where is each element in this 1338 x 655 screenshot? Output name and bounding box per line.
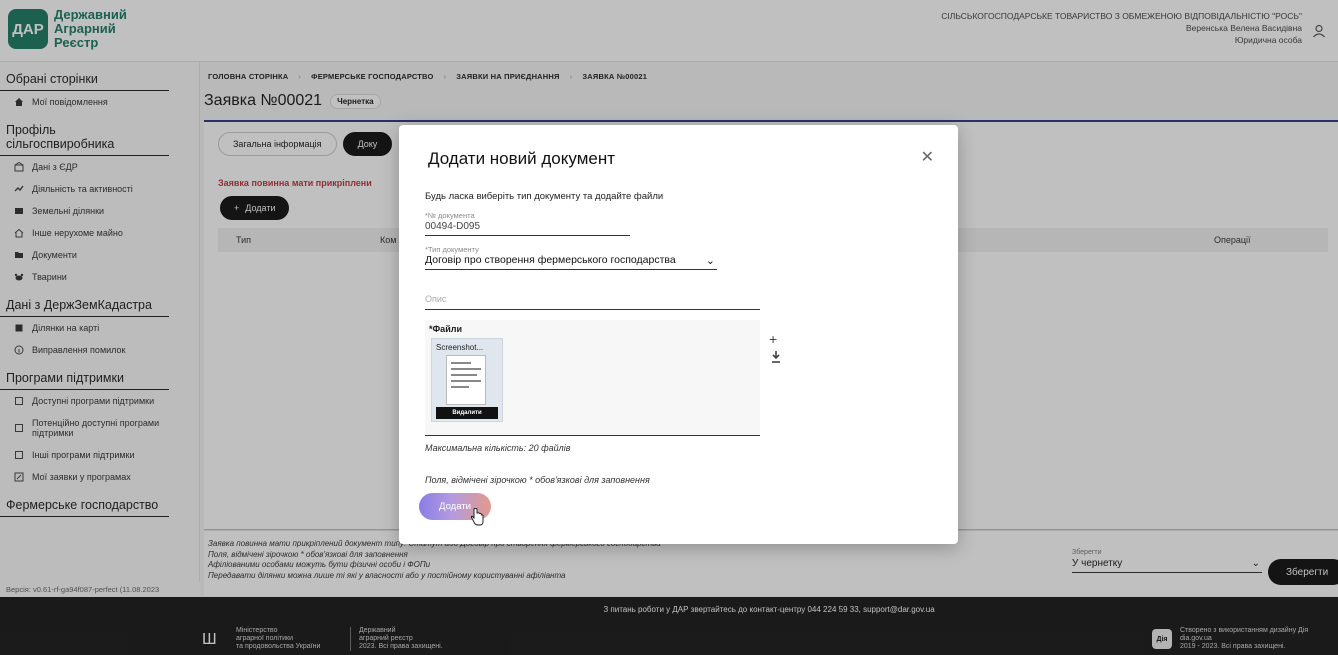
close-icon[interactable]: ✕ — [921, 147, 934, 167]
delete-file-button[interactable]: Видалити — [436, 407, 498, 419]
files-dropzone[interactable]: *Файли Screenshot... Видалити — [425, 320, 760, 436]
dialog-title: Додати новий документ — [428, 149, 616, 168]
doc-type-select[interactable]: *Тип документу Договір про створення фер… — [425, 245, 717, 270]
plus-icon[interactable]: + — [769, 331, 777, 347]
chevron-down-icon: ⌄ — [705, 255, 715, 267]
download-icon[interactable] — [771, 351, 781, 363]
hand-cursor-icon — [470, 508, 484, 526]
description-field[interactable]: Опис — [425, 293, 760, 310]
dialog-subtitle: Будь ласка виберіть тип документу та дод… — [425, 191, 664, 202]
file-name: Screenshot... — [436, 343, 484, 352]
file-thumbnail[interactable]: Screenshot... Видалити — [431, 338, 503, 422]
add-document-dialog: Додати новий документ ✕ Будь ласка вибер… — [399, 125, 958, 544]
files-label: *Файли — [429, 324, 462, 334]
file-preview — [446, 355, 486, 405]
max-files-note: Максимальна кількість: 20 файлів — [425, 443, 571, 453]
doc-number-field[interactable]: *№ документа 00494-D095 — [425, 211, 630, 236]
required-note: Поля, відмічені зірочкою * обов'язкові д… — [425, 475, 650, 485]
